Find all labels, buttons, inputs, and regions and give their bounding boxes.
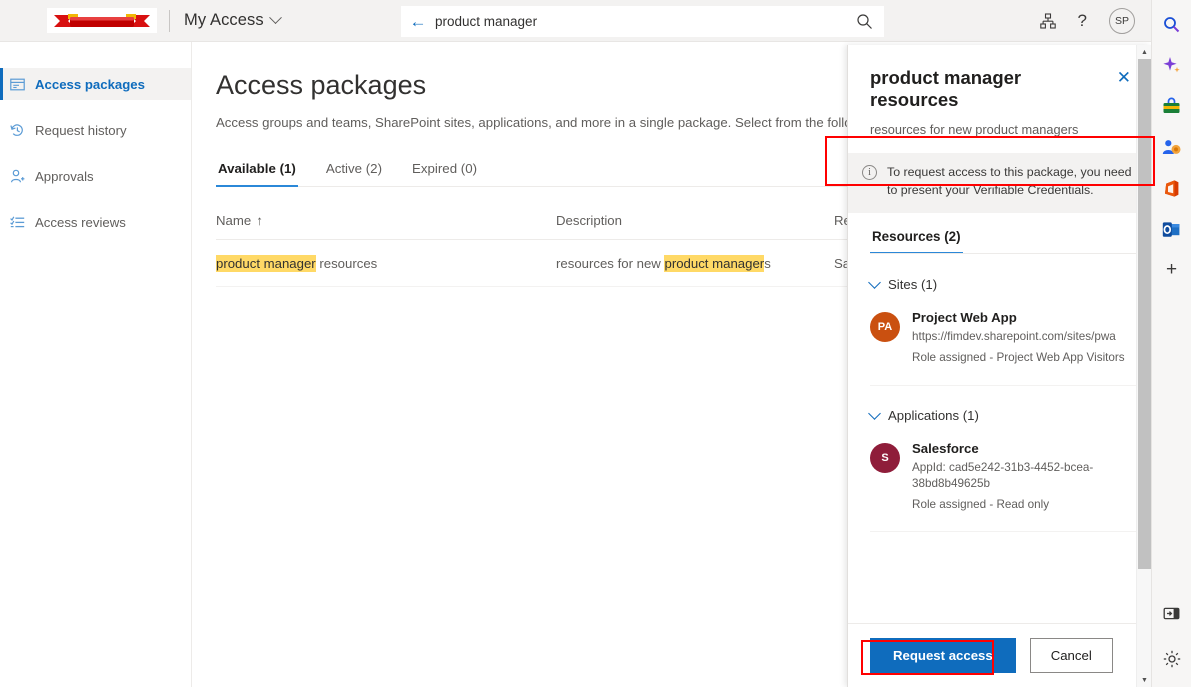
- package-icon: [9, 76, 26, 93]
- search-icon[interactable]: [844, 13, 884, 30]
- panel-title: product manager resources: [870, 67, 1113, 111]
- group-applications[interactable]: Applications (1): [870, 408, 1137, 423]
- games-icon[interactable]: [1158, 133, 1186, 161]
- list-item[interactable]: S Salesforce AppId: cad5e242-31b3-4452-b…: [870, 441, 1137, 533]
- info-circle-icon: i: [862, 165, 877, 180]
- office-icon[interactable]: [1158, 174, 1186, 202]
- column-header-description[interactable]: Description: [556, 213, 834, 228]
- scroll-up-arrow[interactable]: ▲: [1137, 45, 1152, 59]
- name-highlight: product manager: [216, 255, 316, 272]
- cancel-button[interactable]: Cancel: [1030, 638, 1113, 673]
- sort-ascending-icon: ↑: [256, 213, 263, 228]
- sidebar-item-access-reviews[interactable]: Access reviews: [0, 206, 191, 238]
- panel-scrollbar[interactable]: ▲ ▼: [1136, 45, 1151, 687]
- group-sites[interactable]: Sites (1): [870, 277, 1137, 292]
- avatar-initials: S: [881, 452, 888, 464]
- resource-role: Role assigned - Read only: [912, 497, 1137, 514]
- outlook-icon[interactable]: [1158, 215, 1186, 243]
- resource-role: Role assigned - Project Web App Visitors: [912, 350, 1125, 367]
- search-icon[interactable]: [1158, 10, 1186, 38]
- resource-name: Project Web App: [912, 310, 1125, 325]
- left-navigation: Access packages Request history: [0, 42, 192, 687]
- rail-bottom-group: [1158, 586, 1186, 673]
- search-bar: ←: [401, 6, 884, 37]
- help-question-icon[interactable]: ?: [1078, 11, 1087, 31]
- sidebar-item-label: Request history: [35, 123, 127, 138]
- list-item[interactable]: PA Project Web App https://fimdev.sharep…: [870, 310, 1137, 385]
- desc-suffix: s: [764, 256, 771, 271]
- group-label: Applications (1): [888, 408, 979, 423]
- desc-highlight: product manager: [664, 255, 764, 272]
- sidebar-item-access-packages[interactable]: Access packages: [0, 68, 191, 100]
- toggle-sidebar-icon[interactable]: [1158, 599, 1186, 627]
- chevron-down-icon: [868, 276, 881, 289]
- checklist-icon: [9, 214, 26, 231]
- panel-header: product manager resources ✕ resources fo…: [848, 45, 1151, 137]
- desc-prefix: resources for new: [556, 256, 664, 271]
- column-header-name-label: Name: [216, 213, 251, 228]
- sidebar-item-label: Approvals: [35, 169, 94, 184]
- avatar: PA: [870, 312, 900, 342]
- scrollbar-thumb[interactable]: [1138, 59, 1151, 569]
- scroll-down-arrow[interactable]: ▼: [1137, 673, 1152, 687]
- access-package-detail-panel: product manager resources ✕ resources fo…: [847, 45, 1151, 687]
- resource-appid: AppId: cad5e242-31b3-4452-bcea-38bd8b496…: [912, 460, 1137, 493]
- avatar: S: [870, 443, 900, 473]
- person-check-icon: [9, 168, 26, 185]
- panel-body: Sites (1) PA Project Web App https://fim…: [848, 255, 1151, 623]
- panel-tabs-divider: [870, 253, 1137, 254]
- add-tool-icon[interactable]: +: [1158, 256, 1186, 284]
- panel-footer: Request access Cancel: [848, 623, 1151, 687]
- resource-name: Salesforce: [912, 441, 1137, 456]
- group-label: Sites (1): [888, 277, 937, 292]
- resource-url: https://fimdev.sharepoint.com/sites/pwa: [912, 329, 1125, 346]
- header-divider: [169, 10, 170, 32]
- tab-expired[interactable]: Expired (0): [410, 157, 479, 187]
- settings-gear-icon[interactable]: [1158, 645, 1186, 673]
- red-ribbon-logo-icon: [52, 11, 152, 31]
- avatar-initials: SP: [1115, 15, 1129, 27]
- history-clock-icon: [9, 122, 26, 139]
- org-chart-icon[interactable]: [1040, 13, 1056, 29]
- sidebar-item-label: Access reviews: [35, 215, 126, 230]
- sidebar-item-approvals[interactable]: Approvals: [0, 160, 191, 192]
- sidebar-item-request-history[interactable]: Request history: [0, 114, 191, 146]
- panel-description: resources for new product managers: [870, 122, 1135, 137]
- chevron-down-icon: [269, 11, 282, 24]
- cell-description: resources for new product managers: [556, 256, 834, 271]
- name-rest: resources: [316, 256, 378, 271]
- chevron-down-icon: [868, 407, 881, 420]
- cell-name: product manager resources: [216, 256, 556, 271]
- tab-available[interactable]: Available (1): [216, 157, 298, 187]
- tab-resources[interactable]: Resources (2): [870, 223, 963, 254]
- verifiable-credentials-banner: i To request access to this package, you…: [848, 153, 1151, 213]
- copilot-icon[interactable]: [1158, 51, 1186, 79]
- brand-logo[interactable]: [47, 8, 157, 33]
- avatar[interactable]: SP: [1109, 8, 1135, 34]
- request-access-button[interactable]: Request access: [870, 638, 1016, 673]
- avatar-initials: PA: [878, 321, 892, 333]
- brand-label: My Access: [184, 11, 264, 30]
- banner-text: To request access to this package, you n…: [887, 164, 1137, 200]
- back-arrow-icon[interactable]: ←: [401, 13, 435, 30]
- panel-tabs: Resources (2): [870, 213, 1151, 254]
- search-input[interactable]: [435, 14, 844, 29]
- close-icon[interactable]: ✕: [1113, 67, 1135, 88]
- browser-sidebar-rail: +: [1151, 0, 1191, 687]
- tab-active[interactable]: Active (2): [324, 157, 384, 187]
- shopping-icon[interactable]: [1158, 92, 1186, 120]
- sidebar-item-label: Access packages: [35, 77, 145, 92]
- brand-menu[interactable]: My Access: [184, 11, 280, 30]
- column-header-name[interactable]: Name ↑: [216, 213, 556, 228]
- top-bar-actions: ? SP: [1040, 0, 1151, 42]
